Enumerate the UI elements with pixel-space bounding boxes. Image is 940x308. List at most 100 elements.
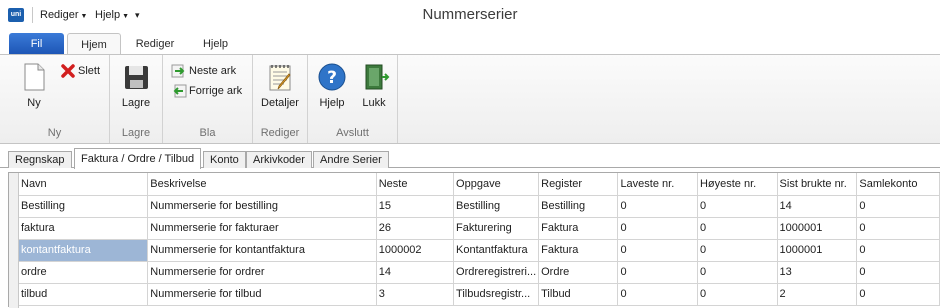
next-sheet-button[interactable]: Neste ark <box>171 63 236 79</box>
save-button-label: Lagre <box>121 97 151 109</box>
cell-samlekonto[interactable]: 0 <box>856 195 940 218</box>
cell-beskrivelse[interactable]: Nummerserie for fakturaer <box>147 217 377 240</box>
cell-neste[interactable]: 14 <box>376 261 455 284</box>
table-row[interactable]: kontantfaktura Nummerserie for kontantfa… <box>19 239 940 262</box>
details-button[interactable]: Detaljer <box>258 61 302 109</box>
cell-register[interactable]: Faktura <box>538 239 619 262</box>
new-button[interactable]: Ny <box>14 61 54 109</box>
tab-hjelp[interactable]: Hjelp <box>188 33 243 55</box>
previous-sheet-label: Forrige ark <box>189 84 243 97</box>
column-header[interactable]: Sist brukte nr. <box>777 173 858 196</box>
cell-neste[interactable]: 15 <box>376 195 455 218</box>
cell-sist-brukte[interactable]: 14 <box>777 195 858 218</box>
cell-samlekonto[interactable]: 0 <box>856 217 940 240</box>
cell-beskrivelse[interactable]: Nummerserie for tilbud <box>147 283 377 306</box>
cell-register[interactable]: Bestilling <box>538 195 619 218</box>
cell-hoyeste[interactable]: 0 <box>697 195 778 218</box>
group-label-lagre: Lagre <box>121 127 151 139</box>
column-header[interactable]: Laveste nr. <box>617 173 698 196</box>
tab-andre-serier[interactable]: Andre Serier <box>313 151 389 168</box>
cell-laveste[interactable]: 0 <box>617 195 698 218</box>
cell-beskrivelse[interactable]: Nummerserie for kontantfaktura <box>147 239 377 262</box>
cell-laveste[interactable]: 0 <box>617 261 698 284</box>
new-document-icon <box>24 63 45 91</box>
ribbon: Ny Slett Ny Lagre Lagre Neste ark Forrig… <box>0 54 940 144</box>
cell-laveste[interactable]: 0 <box>617 217 698 240</box>
cell-sist-brukte[interactable]: 1000001 <box>777 239 858 262</box>
cell-sist-brukte[interactable]: 1000001 <box>777 217 858 240</box>
table-row[interactable]: tilbud Nummerserie for tilbud 3 Tilbudsr… <box>19 283 940 306</box>
document-tabs: Regnskap Faktura / Ordre / Tilbud Konto … <box>0 148 940 169</box>
table-row[interactable]: Bestilling Nummerserie for bestilling 15… <box>19 195 940 218</box>
column-header[interactable]: Beskrivelse <box>147 173 377 196</box>
cell-oppgave[interactable]: Fakturering <box>453 217 540 240</box>
cell-navn[interactable]: faktura <box>19 217 149 240</box>
cell-hoyeste[interactable]: 0 <box>697 261 778 284</box>
delete-button[interactable]: Slett <box>60 63 100 79</box>
cell-navn[interactable]: ordre <box>19 261 149 284</box>
arrow-right-icon <box>171 64 185 78</box>
column-header[interactable]: Neste <box>376 173 455 196</box>
column-header[interactable]: Høyeste nr. <box>697 173 778 196</box>
cell-oppgave[interactable]: Ordreregistreri... <box>453 261 540 284</box>
cell-laveste[interactable]: 0 <box>617 239 698 262</box>
exit-door-icon <box>365 64 390 90</box>
cell-register[interactable]: Faktura <box>538 217 619 240</box>
save-button[interactable]: Lagre <box>118 61 154 109</box>
svg-text:?: ? <box>327 68 337 88</box>
tab-arkivkoder[interactable]: Arkivkoder <box>246 151 312 168</box>
cell-beskrivelse[interactable]: Nummerserie for ordrer <box>147 261 377 284</box>
group-ny: Ny Slett Ny <box>0 55 110 143</box>
cell-oppgave[interactable]: Bestilling <box>453 195 540 218</box>
group-bla: Neste ark Forrige ark Bla <box>163 55 253 143</box>
cell-neste[interactable]: 26 <box>376 217 455 240</box>
tab-konto[interactable]: Konto <box>203 151 246 168</box>
tab-faktura-ordre-tilbud[interactable]: Faktura / Ordre / Tilbud <box>74 148 202 169</box>
help-button[interactable]: ? Hjelp <box>314 61 350 109</box>
delete-button-label: Slett <box>78 64 101 77</box>
cell-samlekonto[interactable]: 0 <box>856 261 940 284</box>
group-avslutt: ? Hjelp Lukk Avslutt <box>308 55 398 143</box>
group-lagre: Lagre Lagre <box>110 55 163 143</box>
cell-laveste[interactable]: 0 <box>617 283 698 306</box>
cell-oppgave[interactable]: Tilbudsregistr... <box>453 283 540 306</box>
cell-register[interactable]: Tilbud <box>538 283 619 306</box>
cell-register[interactable]: Ordre <box>538 261 619 284</box>
floppy-disk-icon <box>125 66 148 89</box>
column-header[interactable]: Oppgave <box>453 173 540 196</box>
help-button-label: Hjelp <box>319 97 345 109</box>
new-button-label: Ny <box>27 97 41 109</box>
cell-hoyeste[interactable]: 0 <box>697 217 778 240</box>
header-row: Navn Beskrivelse Neste Oppgave Register … <box>19 173 940 196</box>
previous-sheet-button[interactable]: Forrige ark <box>171 83 242 99</box>
cell-navn[interactable]: tilbud <box>19 283 149 306</box>
row-header <box>9 173 19 308</box>
column-header[interactable]: Samlekonto <box>856 173 940 196</box>
cell-beskrivelse[interactable]: Nummerserie for bestilling <box>147 195 377 218</box>
group-rediger: Detaljer Rediger <box>253 55 308 143</box>
cell-samlekonto[interactable]: 0 <box>856 239 940 262</box>
tab-regnskap[interactable]: Regnskap <box>8 151 72 168</box>
cell-navn-selected[interactable]: kontantfaktura <box>19 239 149 262</box>
cell-neste[interactable]: 3 <box>376 283 455 306</box>
cell-navn[interactable]: Bestilling <box>19 195 149 218</box>
cell-sist-brukte[interactable]: 13 <box>777 261 858 284</box>
tab-rediger[interactable]: Rediger <box>125 33 185 55</box>
column-header[interactable]: Register <box>538 173 619 196</box>
cell-sist-brukte[interactable]: 2 <box>777 283 858 306</box>
tab-hjem[interactable]: Hjem <box>67 33 121 55</box>
cell-samlekonto[interactable]: 0 <box>856 283 940 306</box>
group-label-ny: Ny <box>47 127 62 139</box>
ribbon-tab-row: Fil Hjem Rediger Hjelp <box>0 30 940 55</box>
cell-hoyeste[interactable]: 0 <box>697 239 778 262</box>
column-header[interactable]: Navn <box>19 173 149 196</box>
cell-hoyeste[interactable]: 0 <box>697 283 778 306</box>
delete-x-icon <box>61 64 75 78</box>
cell-oppgave[interactable]: Kontantfaktura <box>453 239 540 262</box>
file-tab[interactable]: Fil <box>9 33 64 55</box>
table-row[interactable]: ordre Nummerserie for ordrer 14 Ordrereg… <box>19 261 940 284</box>
close-button[interactable]: Lukk <box>356 61 392 109</box>
table-row[interactable]: faktura Nummerserie for fakturaer 26 Fak… <box>19 217 940 240</box>
close-button-label: Lukk <box>362 97 386 109</box>
cell-neste[interactable]: 1000002 <box>376 239 455 262</box>
